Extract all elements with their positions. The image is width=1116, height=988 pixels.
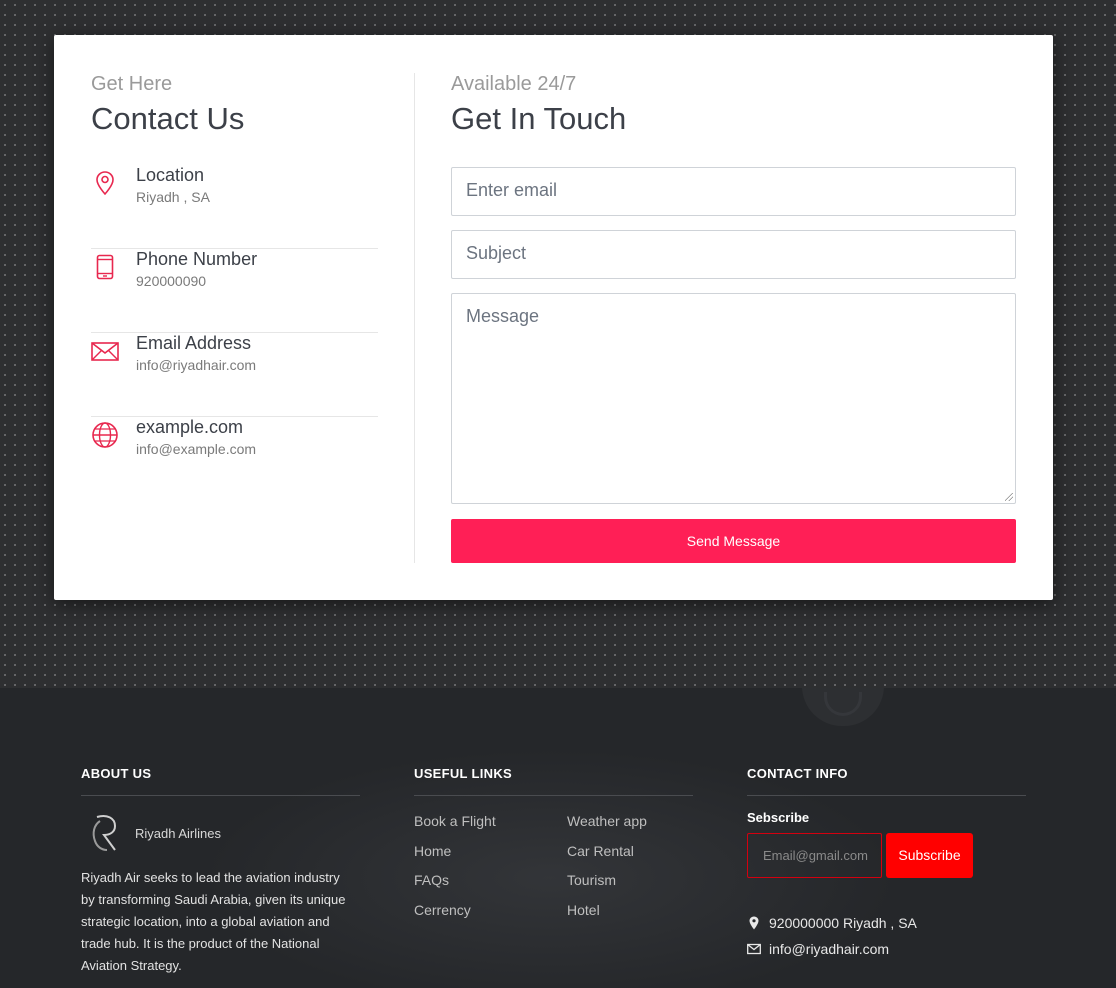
aircraft-wheel-graphic <box>802 688 884 726</box>
link-weather-app[interactable]: Weather app <box>567 812 647 842</box>
info-title: example.com <box>136 417 244 437</box>
globe-icon <box>91 421 119 449</box>
info-value: Riyadh , SA <box>136 189 210 205</box>
brand-name[interactable]: Riyadh Airlines <box>135 826 221 841</box>
info-item-location: Location Riyadh , SA <box>91 165 378 249</box>
envelope-icon <box>747 942 761 956</box>
form-title: Get In Touch <box>451 101 627 136</box>
message-placeholder: Message <box>466 306 540 326</box>
contact-phone-line: 920000000 Riyadh , SA <box>747 915 1026 941</box>
footer: ABOUT US Riyadh Airlines Riyadh Air seek… <box>0 688 1116 988</box>
link-tourism[interactable]: Tourism <box>567 871 647 901</box>
link-home[interactable]: Home <box>414 842 496 872</box>
phone-icon <box>91 253 119 281</box>
about-heading: ABOUT US <box>81 766 360 796</box>
contact-eyebrow: Get Here <box>91 73 173 95</box>
contact-form: Enter email Subject Message Send Message <box>451 167 1016 563</box>
contact-email-text[interactable]: info@riyadhair.com <box>769 941 889 957</box>
resize-handle-icon[interactable] <box>1005 493 1013 501</box>
subscribe-email-input[interactable]: Email@gmail.com <box>747 833 882 878</box>
footer-useful-links: USEFUL LINKS Book a Flight Home FAQs Cer… <box>414 766 693 918</box>
contact-phone-text: 920000000 Riyadh , SA <box>769 915 917 931</box>
contact-info-list: Location Riyadh , SA Phone Number 920000… <box>91 165 378 501</box>
subscribe-button[interactable]: Subscribe <box>886 833 973 878</box>
subscribe-form: Email@gmail.com Subscribe <box>747 833 1026 879</box>
info-title: Location <box>136 165 205 185</box>
info-item-phone: Phone Number 920000090 <box>91 249 378 333</box>
info-value: 920000090 <box>136 273 207 289</box>
info-value: info@example.com <box>136 441 257 457</box>
envelope-icon <box>91 337 119 365</box>
location-pin-icon <box>91 169 119 197</box>
contact-email-line: info@riyadhair.com <box>747 941 1026 967</box>
message-textarea[interactable]: Message <box>451 293 1016 504</box>
column-divider <box>414 73 415 563</box>
link-currency[interactable]: Cerrency <box>414 901 496 931</box>
contact-info-column: Get Here Contact Us Location Riyadh , SA… <box>91 73 378 501</box>
email-input[interactable]: Enter email <box>451 167 1016 216</box>
subscribe-label: Sebscribe <box>747 810 810 825</box>
contact-info-heading: CONTACT INFO <box>747 766 1026 796</box>
riyadh-air-logo-icon[interactable] <box>89 812 119 854</box>
contact-card: Get Here Contact Us Location Riyadh , SA… <box>54 35 1053 600</box>
link-book-a-flight[interactable]: Book a Flight <box>414 812 496 842</box>
send-message-button[interactable]: Send Message <box>451 519 1016 563</box>
useful-links-heading: USEFUL LINKS <box>414 766 693 796</box>
info-title: Phone Number <box>136 249 258 269</box>
subject-input[interactable]: Subject <box>451 230 1016 279</box>
footer-contact-info: CONTACT INFO Sebscribe Email@gmail.com S… <box>747 766 1026 967</box>
link-hotel[interactable]: Hotel <box>567 901 647 931</box>
info-title: Email Address <box>136 333 252 353</box>
contact-lines: 920000000 Riyadh , SA info@riyadhair.com <box>747 915 1026 967</box>
location-pin-icon <box>747 916 761 930</box>
info-item-website: example.com info@example.com <box>91 417 378 501</box>
footer-about: ABOUT US Riyadh Airlines Riyadh Air seek… <box>81 766 360 977</box>
form-eyebrow: Available 24/7 <box>451 73 577 95</box>
link-faqs[interactable]: FAQs <box>414 871 496 901</box>
info-value: info@riyadhair.com <box>136 357 257 373</box>
contact-form-column: Available 24/7 Get In Touch Enter email … <box>451 73 1016 563</box>
link-car-rental[interactable]: Car Rental <box>567 842 647 872</box>
contact-title: Contact Us <box>91 101 245 136</box>
about-text: Riyadh Air seeks to lead the aviation in… <box>81 870 346 973</box>
footer-brand: Riyadh Airlines <box>81 812 360 854</box>
info-item-email: Email Address info@riyadhair.com <box>91 333 378 417</box>
